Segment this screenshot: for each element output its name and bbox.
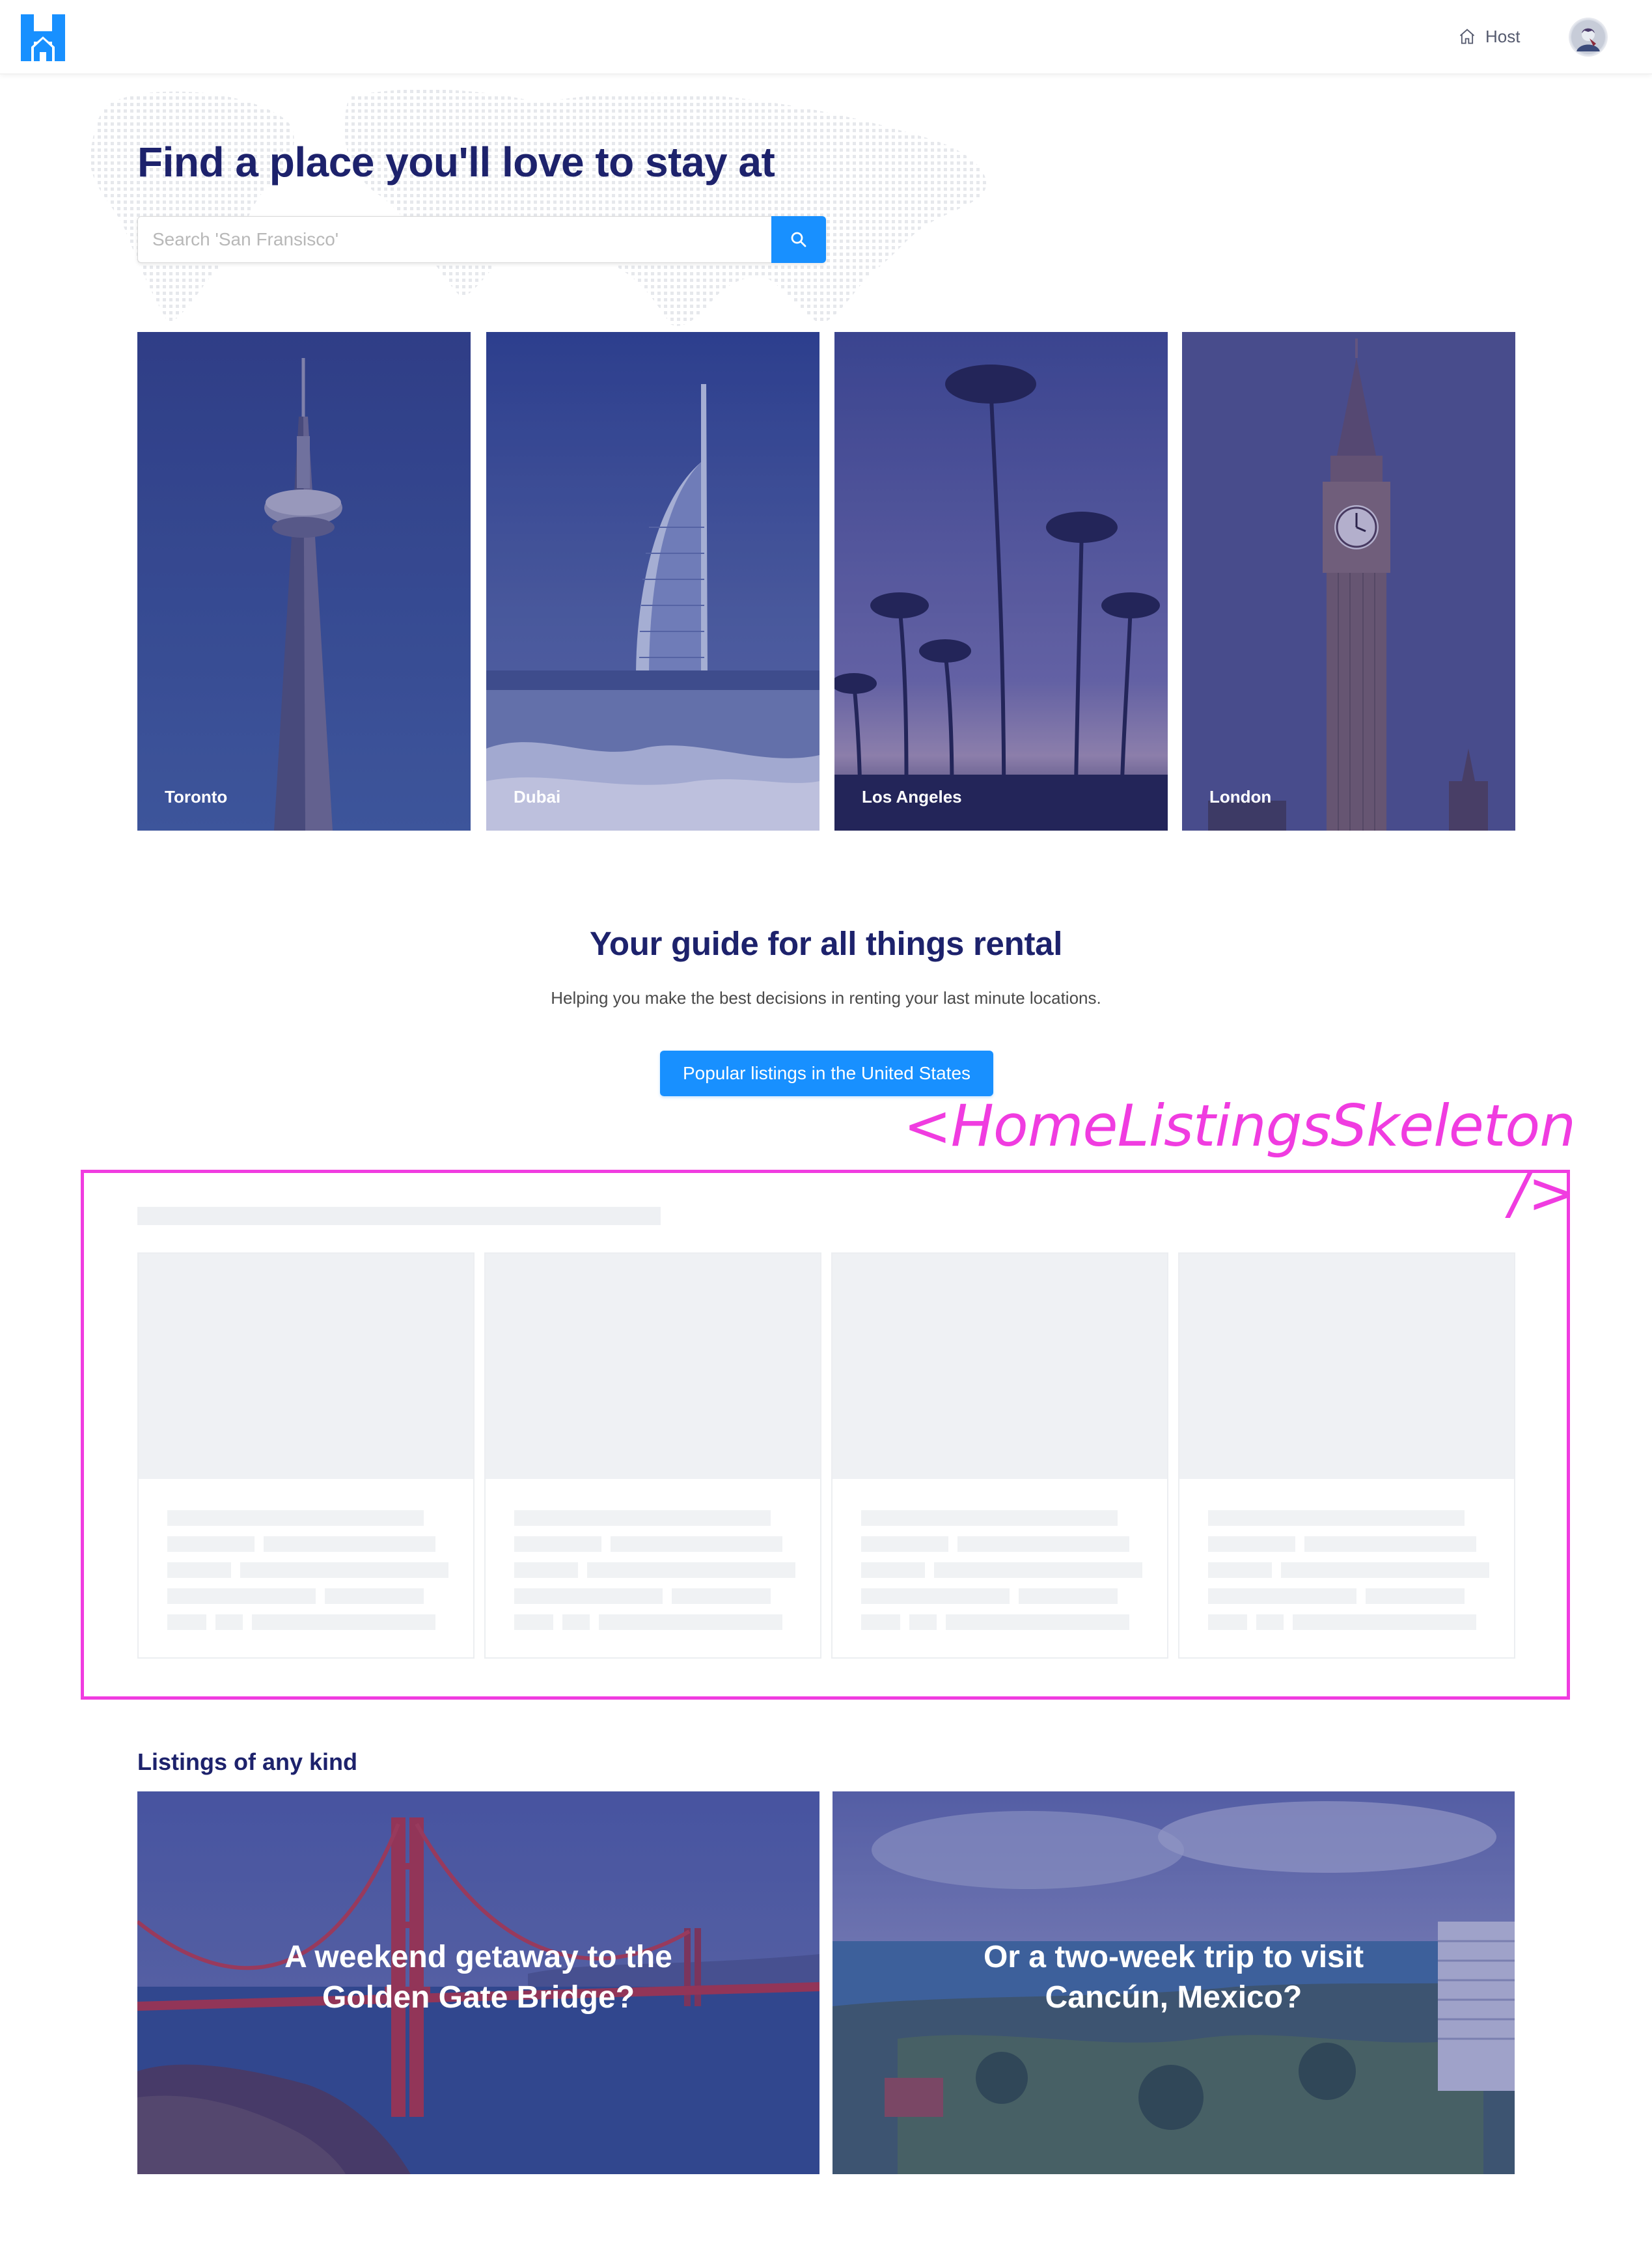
promo-card-golden-gate[interactable]: A weekend getaway to the Golden Gate Bri… <box>137 1791 819 2174</box>
skeleton-card <box>484 1252 821 1659</box>
los-angeles-image <box>834 332 1168 831</box>
skeleton-title-bar <box>137 1207 661 1225</box>
home-icon <box>1459 29 1475 44</box>
skeleton-line <box>1208 1562 1272 1578</box>
skeleton-cover <box>486 1254 820 1479</box>
skeleton-line <box>861 1614 900 1630</box>
skeleton-line <box>167 1562 231 1578</box>
user-avatar[interactable] <box>1570 19 1606 55</box>
skeleton-card <box>1178 1252 1515 1659</box>
dubai-image <box>486 332 819 831</box>
skeleton-line <box>167 1614 206 1630</box>
skeleton-cover <box>833 1254 1167 1479</box>
city-label: Los Angeles <box>862 787 962 807</box>
guide-subtitle: Helping you make the best decisions in r… <box>551 988 1101 1008</box>
city-card-los-angeles[interactable]: Los Angeles <box>834 332 1168 831</box>
skeleton-card <box>137 1252 475 1659</box>
host-label: Host <box>1485 26 1521 46</box>
city-label: London <box>1209 787 1272 807</box>
promo-text-line: A weekend getaway to the <box>284 1940 672 1974</box>
city-label: Dubai <box>514 787 561 807</box>
skeleton-card <box>831 1252 1168 1659</box>
skeleton-line <box>1293 1614 1476 1630</box>
city-card-dubai[interactable]: Dubai <box>486 332 819 831</box>
skeleton-line <box>514 1510 771 1526</box>
skeleton-line <box>1208 1588 1356 1604</box>
skeleton-line <box>861 1588 1010 1604</box>
search-input[interactable] <box>137 216 771 263</box>
skeleton-line <box>562 1614 590 1630</box>
skeleton-line <box>1019 1588 1118 1604</box>
search-button[interactable] <box>771 216 826 263</box>
skeleton-line <box>861 1562 925 1578</box>
city-card-london[interactable]: London <box>1182 332 1515 831</box>
city-card-toronto[interactable]: Toronto <box>137 332 471 831</box>
promo-text: Or a two-week trip to visit Cancún, Mexi… <box>833 1937 1515 2018</box>
skeleton-line <box>252 1614 435 1630</box>
skeleton-line <box>1366 1588 1465 1604</box>
skeleton-line <box>587 1562 795 1578</box>
skeleton-line <box>264 1536 435 1552</box>
skeleton-line <box>672 1588 771 1604</box>
world-map-background <box>90 89 987 326</box>
search-box <box>137 216 826 263</box>
guide-title: Your guide for all things rental <box>589 925 1063 962</box>
skeleton-cover <box>1179 1254 1514 1479</box>
london-image <box>1182 332 1515 831</box>
listings-section-title: Listings of any kind <box>137 1748 358 1775</box>
skeleton-line <box>946 1614 1129 1630</box>
skeleton-line <box>934 1562 1142 1578</box>
app-header: Host <box>0 0 1652 74</box>
skeleton-line <box>1208 1536 1295 1552</box>
skeleton-line <box>599 1614 782 1630</box>
promo-text-line: Or a two-week trip to visit <box>983 1940 1364 1974</box>
city-label: Toronto <box>165 787 228 807</box>
toronto-image <box>137 332 471 831</box>
search-icon <box>791 232 806 247</box>
skeleton-line <box>167 1588 316 1604</box>
skeleton-cover <box>139 1254 473 1479</box>
skeleton-line <box>215 1614 243 1630</box>
house-h-logo-icon[interactable] <box>21 14 65 61</box>
skeleton-line <box>514 1588 663 1604</box>
skeleton-line <box>514 1536 601 1552</box>
promo-card-cancun[interactable]: Or a two-week trip to visit Cancún, Mexi… <box>833 1791 1515 2174</box>
skeleton-line <box>861 1510 1118 1526</box>
popular-listings-button[interactable]: Popular listings in the United States <box>660 1051 993 1096</box>
skeleton-line <box>514 1614 553 1630</box>
skeleton-line <box>957 1536 1129 1552</box>
skeleton-line <box>909 1614 937 1630</box>
skeleton-line <box>325 1588 424 1604</box>
host-link[interactable]: Host <box>1458 23 1520 49</box>
promo-text-line: Cancún, Mexico? <box>1045 1980 1302 2015</box>
skeleton-line <box>861 1536 948 1552</box>
promo-text: A weekend getaway to the Golden Gate Bri… <box>137 1937 819 2018</box>
skeleton-line <box>611 1536 782 1552</box>
skeleton-line <box>167 1536 255 1552</box>
skeleton-line <box>514 1562 578 1578</box>
skeleton-line <box>1281 1562 1489 1578</box>
skeleton-line <box>240 1562 448 1578</box>
skeleton-line <box>1208 1614 1247 1630</box>
skeleton-line <box>1256 1614 1284 1630</box>
skeleton-line <box>1304 1536 1476 1552</box>
skeleton-line <box>1208 1510 1465 1526</box>
promo-text-line: Golden Gate Bridge? <box>322 1980 635 2015</box>
hero-title: Find a place you'll love to stay at <box>137 139 775 186</box>
skeleton-line <box>167 1510 424 1526</box>
